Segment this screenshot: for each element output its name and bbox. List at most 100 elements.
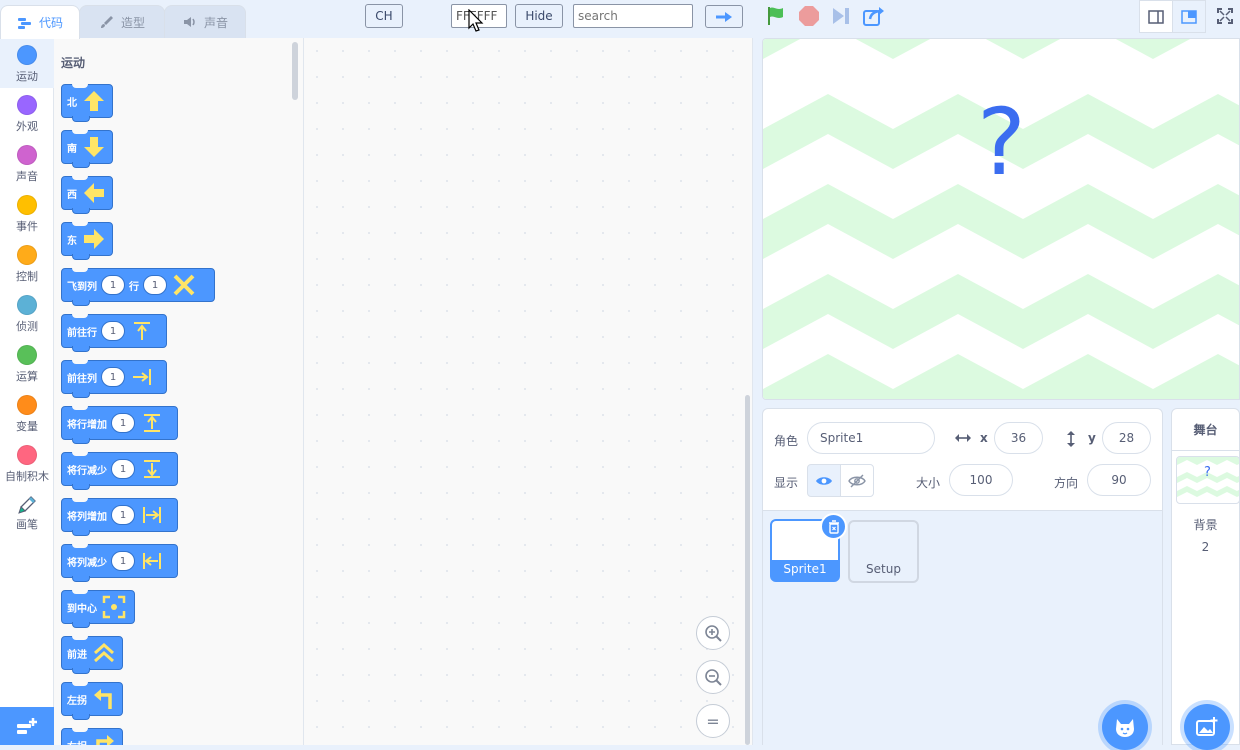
- block-east[interactable]: 东: [61, 222, 113, 260]
- arrow-up-icon: [81, 88, 107, 114]
- arrow-down-icon: [81, 134, 107, 160]
- sprite-card-name: Setup: [866, 562, 901, 576]
- number-input[interactable]: 1: [111, 413, 135, 433]
- number-input[interactable]: 1: [111, 505, 135, 525]
- block-turn-left[interactable]: 左拐: [61, 682, 123, 720]
- palette-section-title: 运动: [61, 56, 86, 70]
- number-input[interactable]: 1: [111, 459, 135, 479]
- step-button[interactable]: [829, 4, 853, 28]
- fullscreen-button[interactable]: [1213, 4, 1237, 28]
- sprite-list: Sprite1 Setup: [763, 510, 1162, 745]
- block-north[interactable]: 北: [61, 84, 113, 122]
- stop-icon: [799, 6, 819, 26]
- hide-button[interactable]: Hide: [515, 4, 563, 28]
- menu-bar: 代码 造型 声音 CH Hide: [0, 0, 1240, 39]
- goto-col-icon: [129, 364, 155, 390]
- category-label: 运动: [16, 70, 38, 83]
- stage-selector[interactable]: 舞台 ? 背景 2: [1171, 408, 1240, 750]
- sprite-card-name: Sprite1: [783, 562, 827, 576]
- category-dot-sound: [17, 145, 37, 165]
- backdrop-thumbnail[interactable]: ?: [1176, 456, 1240, 504]
- block-south[interactable]: 南: [61, 130, 113, 168]
- small-stage-button[interactable]: [1139, 0, 1173, 33]
- category-label: 控制: [16, 270, 38, 283]
- category-operators[interactable]: 运算: [0, 338, 54, 388]
- workspace-scrollbar[interactable]: [745, 395, 750, 745]
- add-sprite-button[interactable]: [1102, 704, 1148, 750]
- row-number-input[interactable]: 1: [143, 275, 167, 295]
- zoom-reset-button[interactable]: =: [696, 704, 730, 738]
- category-dot-looks: [17, 95, 37, 115]
- add-extension-icon: [17, 718, 37, 734]
- zoom-in-button[interactable]: [696, 616, 730, 650]
- category-control[interactable]: 控制: [0, 238, 54, 288]
- block-forward[interactable]: 前进: [61, 636, 123, 674]
- zoom-out-button[interactable]: [696, 660, 730, 694]
- block-turn-right[interactable]: 右拐: [61, 728, 123, 745]
- palette-scrollbar[interactable]: [292, 42, 298, 100]
- category-sensing[interactable]: 侦测: [0, 288, 54, 338]
- col-number-input[interactable]: 1: [101, 275, 125, 295]
- size-input[interactable]: 100: [949, 464, 1013, 496]
- number-input[interactable]: 1: [101, 367, 125, 387]
- block-goto-row[interactable]: 前往行 1: [61, 314, 167, 352]
- goto-row-icon: [129, 318, 155, 344]
- cross-arrows-icon: [171, 272, 197, 298]
- category-looks[interactable]: 外观: [0, 88, 54, 138]
- direction-input[interactable]: 90: [1087, 464, 1151, 496]
- code-icon: [17, 17, 31, 29]
- sprite-name-input[interactable]: [807, 422, 935, 454]
- category-pen[interactable]: 画笔: [0, 488, 54, 538]
- block-row-increase[interactable]: 将行增加 1: [61, 406, 178, 444]
- block-goto-col[interactable]: 前往列 1: [61, 360, 167, 398]
- sprite-placeholder[interactable]: ?: [977, 97, 1026, 189]
- block-row-decrease[interactable]: 将行减少 1: [61, 452, 178, 490]
- show-hidden-button[interactable]: [840, 464, 874, 497]
- category-my-blocks[interactable]: 自制积木: [0, 438, 54, 488]
- tab-code-label: 代码: [38, 16, 63, 30]
- x-arrows-icon: [955, 434, 971, 442]
- size-label: 大小: [916, 476, 941, 490]
- y-arrows-icon: [1067, 431, 1075, 447]
- block-fly-to[interactable]: 飞到列 1 行 1: [61, 268, 215, 306]
- show-visible-button[interactable]: [807, 464, 841, 497]
- block-col-increase[interactable]: 将列增加 1: [61, 498, 178, 536]
- tab-sounds[interactable]: 声音: [164, 5, 246, 38]
- block-palette: 运动 北 南 西 东 飞到列 1 行 1 前往行 1 前往列 1 将行增加 1 将行减少 1 …: [54, 38, 304, 745]
- search-input[interactable]: [573, 4, 693, 28]
- speaker-icon: [183, 17, 195, 27]
- block-to-center[interactable]: 到中心: [61, 590, 135, 628]
- sprite-card-setup[interactable]: Setup: [848, 520, 919, 583]
- add-extension-button[interactable]: [0, 707, 54, 745]
- category-motion[interactable]: 运动: [0, 38, 54, 88]
- category-events[interactable]: 事件: [0, 188, 54, 238]
- stage-canvas[interactable]: ?: [762, 38, 1240, 400]
- block-label: 前进: [67, 649, 87, 661]
- block-west[interactable]: 西: [61, 176, 113, 214]
- double-chevron-up-icon: [91, 640, 117, 666]
- large-stage-button[interactable]: [1172, 0, 1206, 33]
- delete-sprite-button[interactable]: [820, 513, 847, 540]
- y-label: y: [1088, 431, 1096, 445]
- tab-code[interactable]: 代码: [0, 5, 80, 39]
- stop-button[interactable]: [797, 4, 821, 28]
- category-dot-events: [17, 195, 37, 215]
- block-label: 左拐: [67, 695, 87, 707]
- category-variables[interactable]: 变量: [0, 388, 54, 438]
- language-button[interactable]: CH: [365, 4, 403, 28]
- tab-costumes[interactable]: 造型: [79, 5, 165, 38]
- number-input[interactable]: 1: [111, 551, 135, 571]
- block-col-decrease[interactable]: 将列减少 1: [61, 544, 178, 582]
- x-input[interactable]: 36: [994, 422, 1043, 454]
- script-workspace[interactable]: [304, 38, 753, 745]
- row-decrease-icon: [139, 456, 165, 482]
- arrow-right-icon: [716, 11, 732, 22]
- go-button[interactable]: [705, 5, 743, 28]
- share-button[interactable]: [862, 4, 886, 28]
- zoom-in-icon: [705, 625, 722, 642]
- green-flag-button[interactable]: [764, 4, 788, 28]
- category-sound[interactable]: 声音: [0, 138, 54, 188]
- number-input[interactable]: 1: [101, 321, 125, 341]
- y-input[interactable]: 28: [1102, 422, 1151, 454]
- add-backdrop-button[interactable]: [1184, 704, 1230, 750]
